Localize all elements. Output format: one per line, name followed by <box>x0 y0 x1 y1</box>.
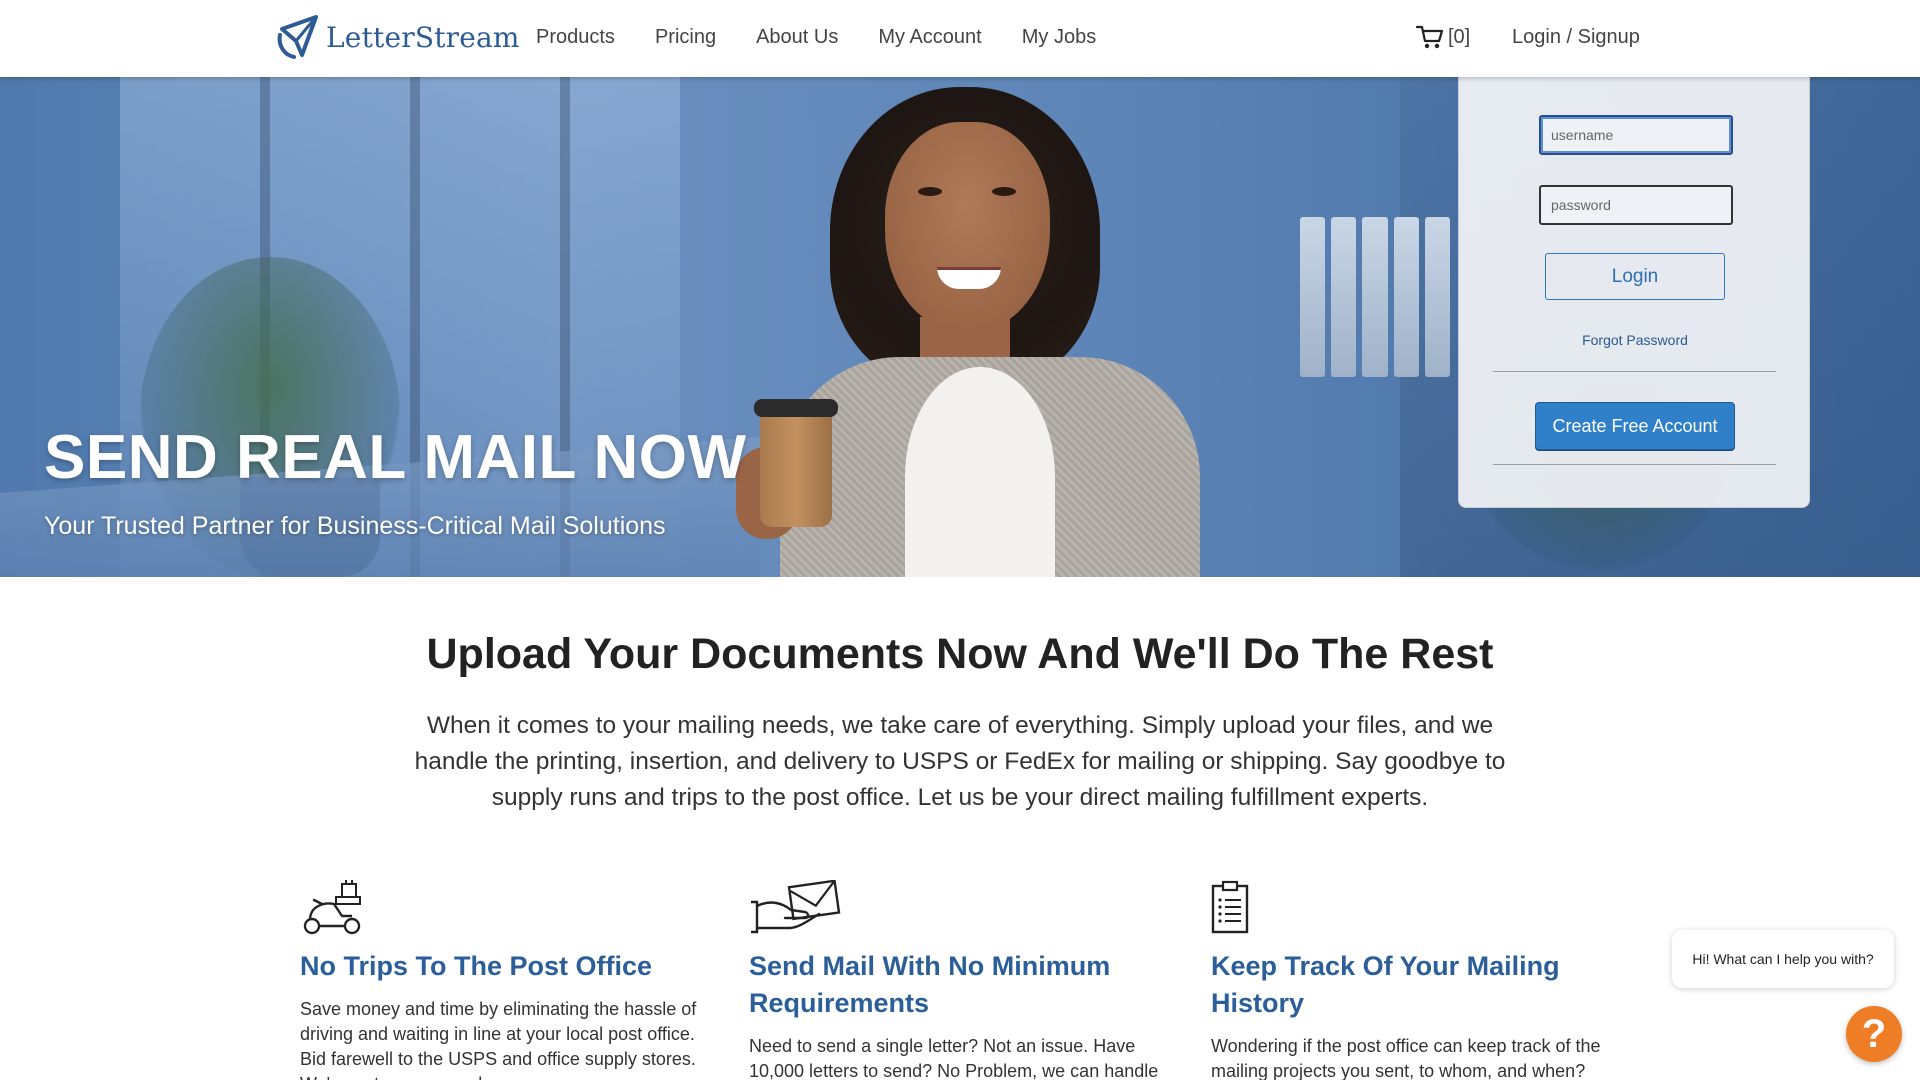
cart-count: [0] <box>1448 25 1471 48</box>
section-description: When it comes to your mailing needs, we … <box>414 712 1506 811</box>
logo-text: LetterStream <box>326 20 520 54</box>
hero-subtitle: Your Trusted Partner for Business-Critic… <box>44 512 666 540</box>
feature-track-history: Keep Track Of Your Mailing History Wonde… <box>1211 880 1631 1080</box>
nav-link-about-us[interactable]: About Us <box>756 26 838 49</box>
cart-link[interactable]: [0] <box>1416 24 1470 50</box>
clipboard-list-icon <box>1211 880 1249 934</box>
feature-text: Wondering if the post office can keep tr… <box>1211 1036 1601 1080</box>
hero-binders <box>1300 217 1451 377</box>
nav-link-my-jobs[interactable]: My Jobs <box>1022 26 1096 49</box>
hero-title: SEND REAL MAIL NOW <box>44 423 747 492</box>
feature-text: Save money and time by eliminating the h… <box>300 999 697 1080</box>
hero-person-illustration <box>680 77 1200 577</box>
paper-plane-logo-icon <box>277 15 318 59</box>
feature-no-minimum: Send Mail With No Minimum Requirements N… <box>749 879 1169 1080</box>
section-title: Upload Your Documents Now And We'll Do T… <box>426 630 1494 678</box>
login-panel: Login Forgot Password Create Free Accoun… <box>1458 77 1810 508</box>
logo[interactable]: LetterStream <box>276 15 520 59</box>
feature-no-trips: No Trips To The Post Office Save money a… <box>300 880 720 1080</box>
chat-bubble[interactable]: Hi! What can I help you with? <box>1672 930 1894 988</box>
login-signup-link[interactable]: Login / Signup <box>1512 26 1640 49</box>
scooter-delivery-icon <box>303 880 361 935</box>
divider <box>1493 371 1776 372</box>
create-free-account-button[interactable]: Create Free Account <box>1535 402 1735 450</box>
feature-title: No Trips To The Post Office <box>300 951 653 981</box>
coffee-cup <box>760 409 832 527</box>
nav-links: Products Pricing About Us My Account My … <box>536 26 1096 49</box>
top-navigation: LetterStream Products Pricing About Us M… <box>0 0 1920 77</box>
feature-title: Send Mail With No Minimum Requirements <box>749 951 1111 1018</box>
username-input[interactable] <box>1539 115 1733 155</box>
nav-link-pricing[interactable]: Pricing <box>655 26 716 49</box>
question-mark-icon: ? <box>1861 1012 1887 1056</box>
password-input[interactable] <box>1539 185 1733 225</box>
help-chat-button[interactable]: ? <box>1846 1006 1902 1062</box>
feature-text: Need to send a single letter? Not an iss… <box>749 1036 1159 1080</box>
login-button[interactable]: Login <box>1545 253 1725 300</box>
forgot-password-link[interactable]: Forgot Password <box>1459 332 1811 348</box>
shopping-cart-icon <box>1416 25 1444 49</box>
nav-link-my-account[interactable]: My Account <box>878 26 981 49</box>
divider <box>1493 464 1776 465</box>
feature-title: Keep Track Of Your Mailing History <box>1211 951 1560 1018</box>
nav-link-products[interactable]: Products <box>536 26 615 49</box>
hand-envelope-icon <box>751 879 841 934</box>
